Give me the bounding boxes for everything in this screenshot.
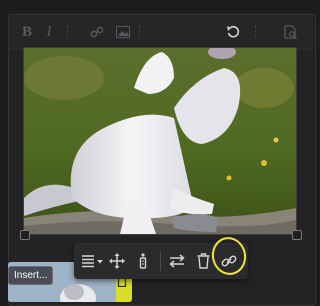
toolbar-separator — [160, 251, 161, 271]
image-icon[interactable] — [115, 24, 131, 40]
toolbar-separator — [139, 26, 142, 38]
delete-icon[interactable] — [194, 252, 212, 270]
resize-handle-bottom-left[interactable] — [20, 230, 30, 240]
insert-label[interactable]: Insert... — [8, 266, 54, 285]
kitten-photo — [24, 45, 296, 234]
italic-icon[interactable]: I — [41, 24, 57, 40]
align-icon[interactable] — [80, 252, 108, 270]
preview-icon[interactable] — [283, 24, 299, 40]
toolbar-separator — [67, 26, 70, 38]
link-icon[interactable] — [89, 24, 105, 40]
alt-text-icon[interactable] — [134, 252, 152, 270]
editor-toolbar: B I — [9, 15, 313, 50]
undo-icon[interactable] — [225, 24, 241, 40]
toolbar-separator — [255, 26, 258, 38]
move-icon[interactable] — [108, 252, 126, 270]
bold-icon[interactable]: B — [19, 24, 35, 40]
resize-handle-bottom-right[interactable] — [292, 230, 302, 240]
replace-icon[interactable] — [168, 252, 186, 270]
kitten-image[interactable] — [24, 45, 296, 234]
